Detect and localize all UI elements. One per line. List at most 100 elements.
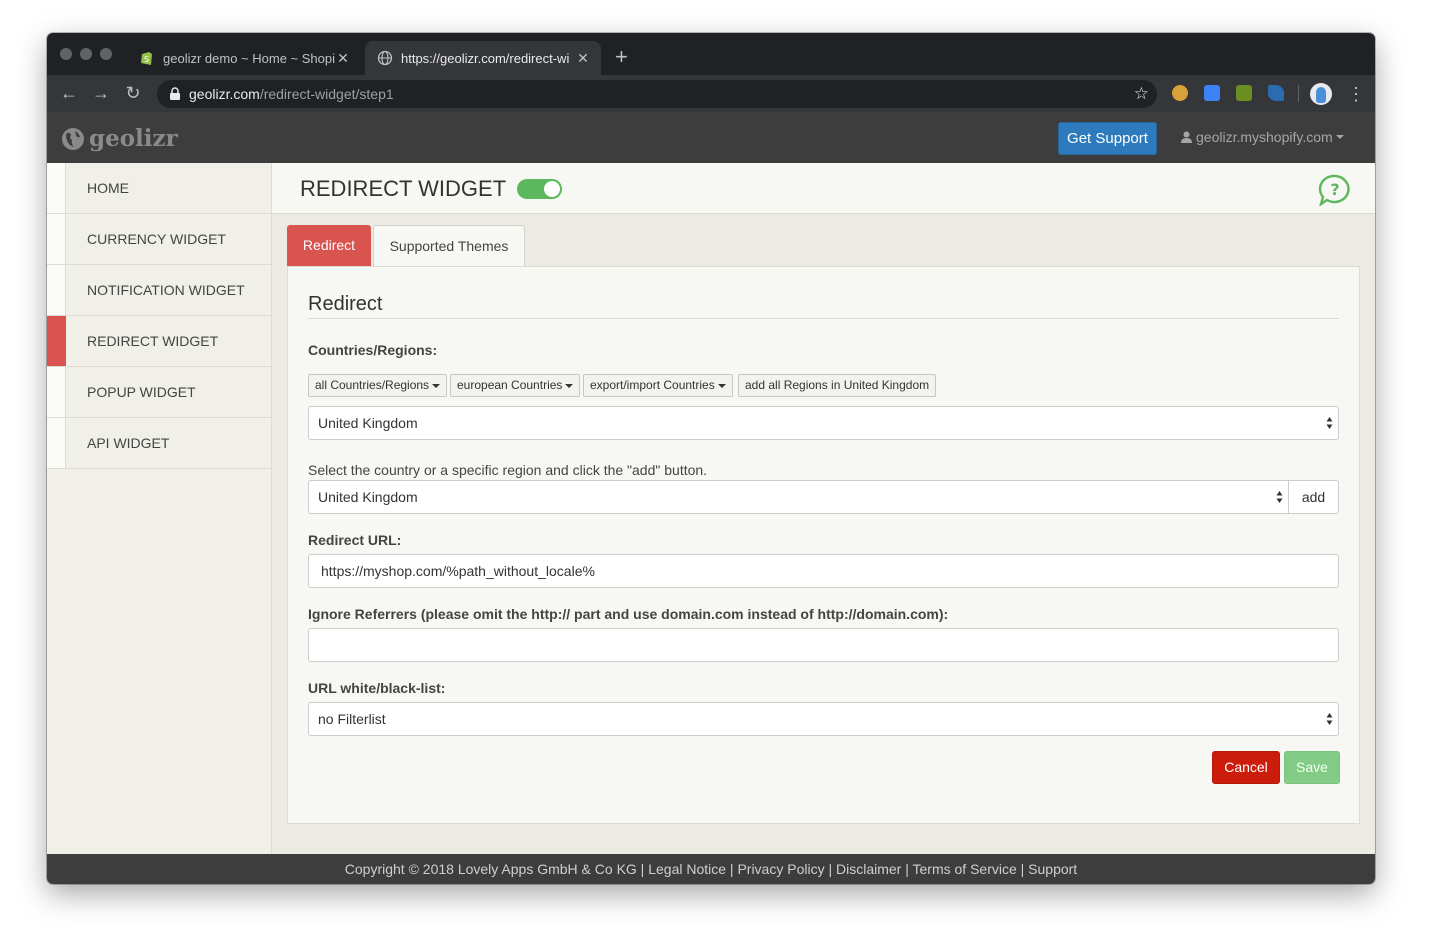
browser-window: S geolizr demo ~ Home ~ Shopif ✕ https:/… (47, 33, 1375, 884)
toolbar-divider (1298, 85, 1299, 102)
more-menu-icon[interactable]: ⋮ (1347, 83, 1365, 105)
globe-logo-icon (62, 127, 84, 150)
feather-extension-icon[interactable] (1268, 85, 1284, 101)
sidebar-indicator (47, 163, 66, 213)
minimize-window-icon[interactable] (80, 48, 92, 60)
tab-redirect[interactable]: Redirect (287, 225, 371, 267)
select-value: United Kingdom (318, 489, 418, 505)
account-menu[interactable]: geolizr.myshopify.com (1181, 129, 1344, 145)
logo-text: geolizr (89, 125, 178, 152)
address-path: /redirect-widget/step1 (259, 86, 394, 102)
add-all-regions-button[interactable]: add all Regions in United Kingdom (738, 374, 937, 397)
sidebar-item-label: NOTIFICATION WIDGET (87, 282, 245, 298)
chip-label: export/import Countries (590, 378, 715, 392)
sidebar-item-api-widget[interactable]: API WIDGET (47, 418, 271, 469)
chip-label: european Countries (457, 378, 563, 392)
sidebar-item-label: POPUP WIDGET (87, 384, 196, 400)
redirect-url-label: Redirect URL: (308, 532, 402, 548)
shopify-icon: S (141, 52, 152, 65)
sidebar-indicator (47, 265, 66, 315)
export-import-countries-dropdown[interactable]: export/import Countries (583, 374, 733, 397)
sidebar-item-label: REDIRECT WIDGET (87, 333, 219, 349)
url-filter-select[interactable]: no Filterlist (308, 702, 1339, 736)
address-bar[interactable]: geolizr.com/redirect-widget/step1 ☆ (157, 80, 1157, 108)
get-support-button[interactable]: Get Support (1058, 122, 1157, 155)
bookmark-star-icon[interactable]: ☆ (1134, 80, 1149, 108)
add-region-button[interactable]: add (1288, 480, 1339, 514)
profile-avatar[interactable] (1310, 83, 1332, 105)
account-label: geolizr.myshopify.com (1196, 129, 1333, 145)
user-icon (1181, 131, 1192, 143)
browser-toolbar: ← → ↻ geolizr.com/redirect-widget/step1 … (47, 75, 1375, 112)
address-url: geolizr.com/redirect-widget/step1 (189, 80, 394, 108)
extension-icon[interactable] (1236, 85, 1252, 101)
back-icon[interactable]: ← (58, 82, 80, 104)
ignore-referrers-input[interactable] (308, 628, 1339, 662)
select-arrows-icon (1326, 417, 1333, 429)
cancel-button[interactable]: Cancel (1212, 751, 1280, 784)
sidebar-active-indicator (47, 316, 66, 366)
widget-enabled-toggle[interactable] (517, 179, 562, 199)
help-question-icon[interactable]: ? (1318, 174, 1352, 206)
selected-countries-select[interactable]: United Kingdom (308, 406, 1339, 440)
region-select[interactable]: United Kingdom (308, 480, 1289, 514)
all-countries-dropdown[interactable]: all Countries/Regions (308, 374, 448, 397)
sidebar-item-label: CURRENCY WIDGET (87, 231, 226, 247)
sidebar-item-currency-widget[interactable]: CURRENCY WIDGET (47, 214, 271, 265)
tab-supported-themes[interactable]: Supported Themes (373, 225, 525, 267)
sidebar-item-redirect-widget[interactable]: REDIRECT WIDGET (47, 316, 271, 367)
page-title: REDIRECT WIDGET (300, 176, 507, 201)
select-value: United Kingdom (318, 415, 418, 431)
ignore-referrers-label: Ignore Referrers (please omit the http:/… (308, 606, 949, 622)
browser-tab-geolizr[interactable]: https://geolizr.com/redirect-wi ✕ (365, 41, 601, 75)
globe-icon (377, 50, 393, 66)
page-footer: Copyright © 2018 Lovely Apps GmbH & Co K… (47, 854, 1375, 884)
sidebar-item-notification-widget[interactable]: NOTIFICATION WIDGET (47, 265, 271, 316)
select-arrows-icon (1326, 713, 1333, 725)
browser-tab-shopify[interactable]: S geolizr demo ~ Home ~ Shopif ✕ (127, 41, 361, 75)
tab-strip: S geolizr demo ~ Home ~ Shopif ✕ https:/… (47, 33, 1375, 75)
select-value: no Filterlist (318, 711, 386, 727)
extension-icon[interactable] (1204, 85, 1220, 101)
svg-text:S: S (144, 55, 149, 64)
chevron-down-icon (565, 383, 574, 388)
url-filter-label: URL white/black-list: (308, 680, 446, 696)
sidebar-nav: HOME CURRENCY WIDGET NOTIFICATION WIDGET… (47, 163, 272, 854)
close-window-icon[interactable] (60, 48, 72, 60)
zoom-window-icon[interactable] (100, 48, 112, 60)
sidebar-item-home[interactable]: HOME (47, 163, 271, 214)
chip-label: all Countries/Regions (315, 378, 430, 392)
tab-title: https://geolizr.com/redirect-wi (401, 50, 570, 66)
chevron-down-icon (432, 383, 441, 388)
sidebar-indicator (47, 418, 66, 468)
close-tab-icon[interactable]: ✕ (335, 50, 351, 67)
countries-label: Countries/Regions: (308, 342, 438, 358)
close-tab-icon[interactable]: ✕ (575, 50, 591, 67)
cookie-extension-icon[interactable] (1172, 85, 1188, 101)
chevron-down-icon (717, 383, 726, 388)
chevron-down-icon (1335, 135, 1344, 139)
european-countries-dropdown[interactable]: european Countries (450, 374, 581, 397)
toggle-knob (544, 181, 560, 197)
reload-icon[interactable]: ↻ (122, 82, 144, 104)
svg-text:?: ? (1330, 180, 1339, 199)
sidebar-item-label: API WIDGET (87, 435, 170, 451)
tab-title: geolizr demo ~ Home ~ Shopif (163, 50, 335, 66)
geolizr-logo[interactable]: geolizr (61, 125, 178, 152)
redirect-url-input[interactable]: https://myshop.com/%path_without_locale% (308, 554, 1339, 588)
save-button[interactable]: Save (1284, 751, 1340, 784)
lock-icon (170, 87, 180, 100)
sidebar-item-label: HOME (87, 180, 129, 196)
main-content: REDIRECT WIDGET ? Redirect Supported The… (272, 163, 1375, 854)
app-navbar: geolizr Get Support geolizr.myshopify.co… (47, 112, 1375, 163)
sidebar-item-popup-widget[interactable]: POPUP WIDGET (47, 367, 271, 418)
heading-divider (308, 318, 1339, 319)
forward-icon[interactable]: → (90, 82, 112, 104)
select-arrows-icon (1276, 491, 1283, 503)
new-tab-button[interactable]: + (615, 45, 628, 69)
address-host: geolizr.com (189, 86, 260, 102)
sidebar-indicator (47, 367, 66, 417)
redirect-form-panel: Redirect Countries/Regions: all Countrie… (287, 266, 1360, 824)
form-heading: Redirect (308, 293, 383, 315)
select-hint: Select the country or a specific region … (308, 462, 708, 478)
